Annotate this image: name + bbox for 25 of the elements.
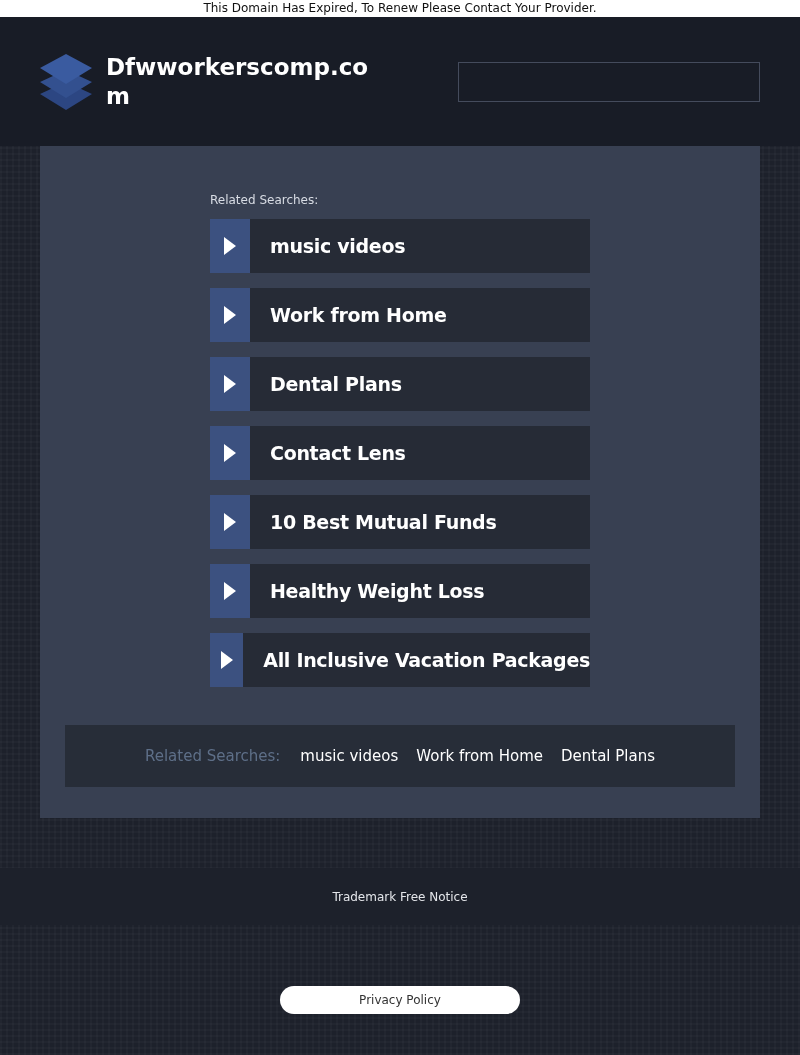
search-link[interactable]: music videos [300, 747, 399, 765]
search-link[interactable]: Contact Lens [210, 426, 590, 480]
related-searches-label: Related Searches: [144, 747, 281, 765]
play-icon [210, 426, 250, 480]
search-link[interactable]: Work from Home [210, 288, 590, 342]
search-link[interactable]: All Inclusive Vacation Packages [210, 633, 590, 687]
play-icon [210, 633, 244, 687]
play-icon [210, 219, 250, 273]
domain-title: Dfwworkerscomp.com [106, 52, 370, 111]
search-field[interactable] [458, 61, 760, 102]
search-link[interactable]: Work from Home [416, 747, 543, 765]
play-icon [210, 357, 250, 411]
search-link[interactable]: Dental Plans [210, 357, 590, 411]
search-link[interactable]: music videos [210, 219, 590, 273]
layers-icon [40, 51, 92, 112]
search-link[interactable]: Dental Plans [561, 747, 655, 765]
trademark-notice-link[interactable]: Trademark Free Notice [332, 889, 468, 904]
play-icon [210, 288, 250, 342]
expired-notice-bar: This Domain Has Expired, To Renew Please Contact Your Provider. [0, 0, 800, 17]
related-searches-heading: Related Searches: [210, 193, 320, 207]
search-link[interactable]: 10 Best Mutual Funds [210, 495, 590, 549]
play-icon [210, 564, 250, 618]
search-link[interactable]: Healthy Weight Loss [210, 564, 590, 618]
privacy-policy-button[interactable]: Privacy Policy [280, 986, 520, 1014]
play-icon [210, 495, 250, 549]
